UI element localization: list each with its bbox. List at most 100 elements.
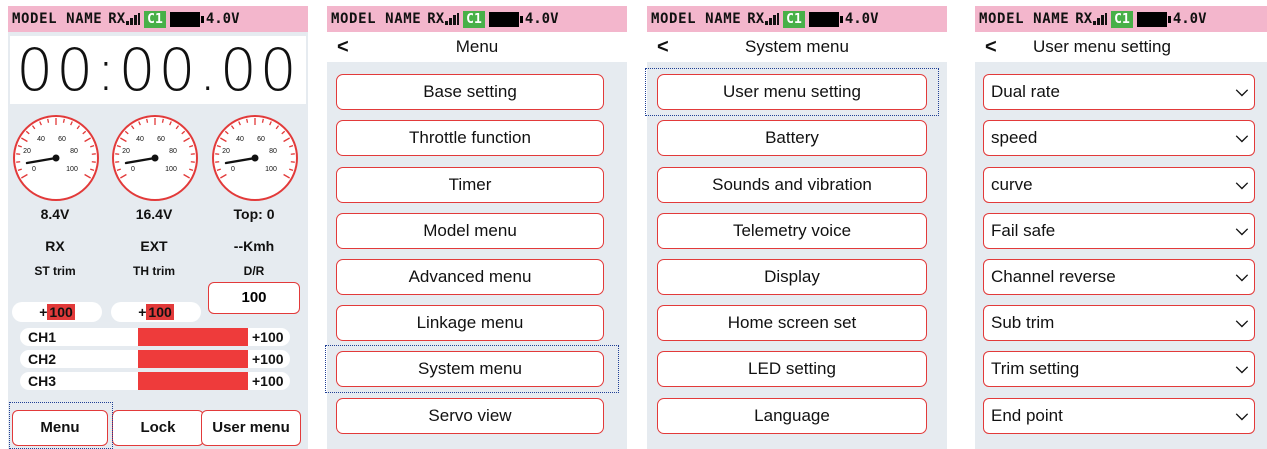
st-trim-label: ST trim [34, 264, 76, 278]
lock-button[interactable]: Lock [112, 410, 204, 446]
top-separator: : [258, 206, 263, 222]
menu-item-home-screen-set[interactable]: Home screen set [657, 305, 927, 341]
dropdown-end-point[interactable]: End point ⌵ [983, 398, 1255, 434]
chevron-down-icon: ⌵ [1235, 83, 1248, 100]
battery-icon [1136, 11, 1171, 27]
selection-highlight [645, 68, 939, 116]
gauge-tick-label: 20 [222, 148, 230, 155]
channel-bar [138, 372, 248, 390]
menu-item-battery[interactable]: Battery [657, 120, 927, 156]
chevron-down-icon: ⌵ [1235, 129, 1248, 146]
selection-highlight [9, 402, 113, 449]
channel-badge: C1 [783, 10, 805, 28]
system-menu-header: < System menu [647, 32, 947, 62]
menu-item-advanced-menu[interactable]: Advanced menu [336, 259, 604, 295]
back-icon[interactable]: < [337, 36, 349, 59]
menu-screen: MODEL NAME RX C1 4.0V < Menu Base settin… [325, 6, 627, 449]
dr-label: D/R [243, 264, 265, 278]
system-menu-screen: MODEL NAME RX C1 4.0V < System menu User… [645, 6, 947, 449]
menu-item-timer[interactable]: Timer [336, 167, 604, 203]
dropdown-sub-trim[interactable]: Sub trim ⌵ [983, 305, 1255, 341]
status-bar: MODEL NAME RX C1 4.0V [975, 6, 1267, 32]
page-title: System menu [745, 37, 849, 56]
menu-item-model-menu[interactable]: Model menu [336, 213, 604, 249]
model-name: MODEL NAME [651, 11, 742, 27]
signal-icon [765, 13, 780, 25]
menu-item-base-setting[interactable]: Base setting [336, 74, 604, 110]
dropdown-curve[interactable]: curve ⌵ [983, 167, 1255, 203]
th-trim-value[interactable]: +100 [111, 302, 201, 322]
back-icon[interactable]: < [657, 36, 669, 59]
gauge-tick-label: 0 [231, 166, 235, 173]
menu-item-throttle-function[interactable]: Throttle function [336, 120, 604, 156]
back-icon[interactable]: < [985, 36, 997, 59]
dropdown-label: Sub trim [991, 313, 1055, 332]
ext-voltage: 16.4V [135, 206, 173, 222]
battery-voltage: 4.0V [1172, 11, 1207, 27]
th-trim-label: TH trim [133, 264, 175, 278]
menu-item-servo-view[interactable]: Servo view [336, 398, 604, 434]
gauge-tick-label: 40 [236, 136, 244, 143]
top-value: 0 [266, 206, 275, 222]
gauge-tick-label: 0 [131, 166, 135, 173]
gauge-tick-label: 40 [37, 136, 45, 143]
rx-label: RX [108, 11, 126, 27]
channel-bar [138, 328, 248, 346]
channel-value: +100 [252, 329, 284, 345]
gauge-tick-label: 80 [169, 148, 177, 155]
channel-value: +100 [252, 373, 284, 389]
user-menu-setting-screen: MODEL NAME RX C1 4.0V < User menu settin… [975, 6, 1267, 449]
signal-icon [445, 13, 460, 25]
battery-icon [488, 11, 523, 27]
home-screen: MODEL NAME RX C1 4.0V 00:00.00 20 40 60 80 1… [8, 6, 308, 449]
channel-row-1: CH1 +100 [20, 328, 290, 346]
menu-item-telemetry-voice[interactable]: Telemetry voice [657, 213, 927, 249]
gauge-tick-label: 0 [32, 166, 36, 173]
gauge-tick-label: 60 [257, 136, 265, 143]
signal-icon [126, 13, 141, 25]
menu-item-led-setting[interactable]: LED setting [657, 351, 927, 387]
dropdown-speed[interactable]: speed ⌵ [983, 120, 1255, 156]
top-label: Top [233, 206, 259, 222]
gauge-tick [161, 118, 164, 123]
rx-label: RX [1075, 11, 1093, 27]
battery-voltage: 4.0V [205, 11, 240, 27]
channel-label: CH2 [28, 351, 57, 367]
gauge-hub [251, 154, 259, 162]
dropdown-fail-safe[interactable]: Fail safe ⌵ [983, 213, 1255, 249]
gauge-tick-label: 100 [66, 166, 78, 173]
dr-value-box[interactable]: 100 [208, 282, 300, 314]
menu-item-sounds-vibration[interactable]: Sounds and vibration [657, 167, 927, 203]
menu-item-display[interactable]: Display [657, 259, 927, 295]
gauge-tick [62, 118, 65, 123]
source-ext: EXT [140, 238, 168, 254]
timer-display[interactable]: 00:00.00 [10, 36, 306, 104]
dropdown-trim-setting[interactable]: Trim setting ⌵ [983, 351, 1255, 387]
dropdown-channel-reverse[interactable]: Channel reverse ⌵ [983, 259, 1255, 295]
menu-item-linkage-menu[interactable]: Linkage menu [336, 305, 604, 341]
status-bar: MODEL NAME RX C1 4.0V [647, 6, 947, 32]
gauge-tick [146, 118, 149, 123]
user-menu-button[interactable]: User menu [201, 410, 301, 446]
gauge-tick-label: 100 [265, 166, 277, 173]
st-trim-value[interactable]: +100 [12, 302, 102, 322]
menu-item-language[interactable]: Language [657, 398, 927, 434]
page-title: Menu [455, 37, 499, 56]
gauge-tick-label: 80 [269, 148, 277, 155]
model-name: MODEL NAME [331, 11, 422, 27]
dropdown-label: Dual rate [991, 82, 1060, 101]
gauge-hub [151, 154, 159, 162]
battery-icon [808, 11, 843, 27]
dropdown-dual-rate[interactable]: Dual rate ⌵ [983, 74, 1255, 110]
signal-icon [1093, 13, 1108, 25]
battery-voltage: 4.0V [844, 11, 879, 27]
gauge-tick-label: 60 [58, 136, 66, 143]
model-name: MODEL NAME [979, 11, 1070, 27]
gauge-tick [261, 118, 264, 123]
gauge-tick-label: 20 [23, 148, 31, 155]
source-rx: RX [45, 238, 65, 254]
dropdown-label: speed [991, 128, 1038, 147]
channel-label: CH3 [28, 373, 57, 389]
gauge-hub [52, 154, 60, 162]
channel-badge: C1 [463, 10, 485, 28]
